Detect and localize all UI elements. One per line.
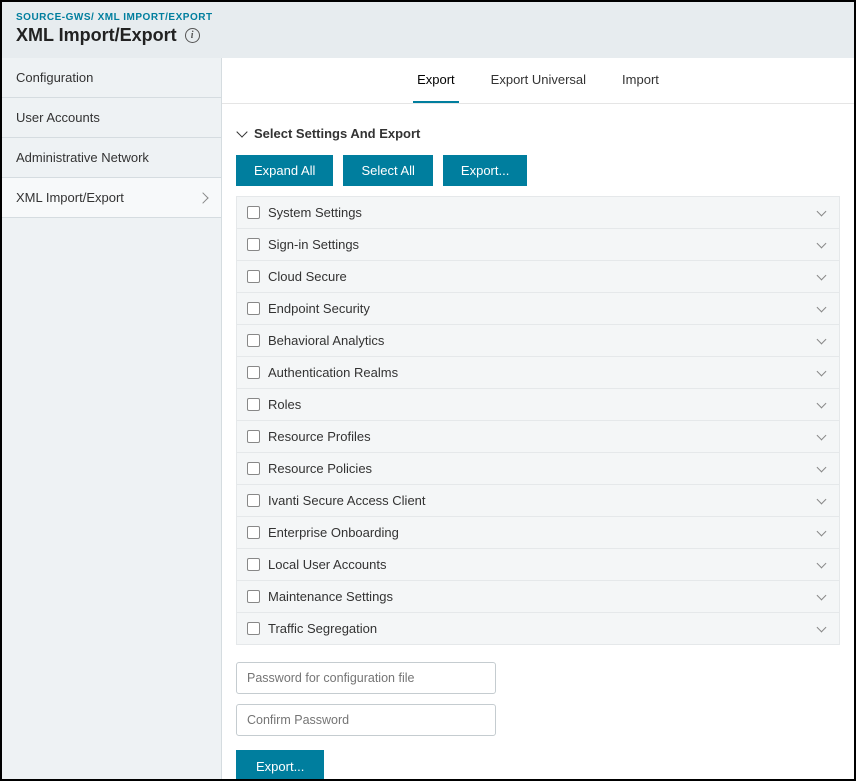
tab-export[interactable]: Export	[413, 58, 459, 103]
export-top-button[interactable]: Export...	[443, 155, 527, 186]
chevron-down-icon	[817, 558, 827, 568]
category-label: Ivanti Secure Access Client	[268, 493, 426, 508]
page-header: SOURCE-GWS/ XML IMPORT/EXPORT XML Import…	[2, 2, 854, 58]
sidebar-item-label: User Accounts	[16, 110, 100, 125]
category-ivanti-secure-access-client[interactable]: Ivanti Secure Access Client	[236, 484, 840, 517]
sidebar-item-label: XML Import/Export	[16, 190, 124, 205]
category-label: Sign-in Settings	[268, 237, 359, 252]
expand-all-button[interactable]: Expand All	[236, 155, 333, 186]
sidebar-item-label: Configuration	[16, 70, 93, 85]
checkbox[interactable]	[247, 590, 260, 603]
category-label: Cloud Secure	[268, 269, 347, 284]
checkbox[interactable]	[247, 270, 260, 283]
category-cloud-secure[interactable]: Cloud Secure	[236, 260, 840, 293]
export-bottom-button[interactable]: Export...	[236, 750, 324, 779]
category-label: Local User Accounts	[268, 557, 387, 572]
checkbox[interactable]	[247, 494, 260, 507]
category-label: Behavioral Analytics	[268, 333, 384, 348]
breadcrumb[interactable]: SOURCE-GWS/ XML IMPORT/EXPORT	[16, 12, 840, 23]
category-authentication-realms[interactable]: Authentication Realms	[236, 356, 840, 389]
category-maintenance-settings[interactable]: Maintenance Settings	[236, 580, 840, 613]
chevron-down-icon	[817, 302, 827, 312]
tab-import[interactable]: Import	[618, 58, 663, 103]
checkbox[interactable]	[247, 302, 260, 315]
sidebar-item-xml-import-export[interactable]: XML Import/Export	[2, 178, 221, 218]
category-label: Maintenance Settings	[268, 589, 393, 604]
breadcrumb-sep: /	[91, 12, 94, 23]
breadcrumb-page[interactable]: XML IMPORT/EXPORT	[98, 12, 213, 23]
sidebar: Configuration User Accounts Administrati…	[2, 58, 222, 779]
tab-label: Import	[622, 72, 659, 87]
category-label: Roles	[268, 397, 301, 412]
section-toggle[interactable]: Select Settings And Export	[236, 118, 840, 155]
category-label: Traffic Segregation	[268, 621, 377, 636]
category-resource-policies[interactable]: Resource Policies	[236, 452, 840, 485]
chevron-down-icon	[817, 590, 827, 600]
category-label: Enterprise Onboarding	[268, 525, 399, 540]
checkbox[interactable]	[247, 622, 260, 635]
tab-label: Export	[417, 72, 455, 87]
sidebar-item-user-accounts[interactable]: User Accounts	[2, 98, 221, 138]
category-resource-profiles[interactable]: Resource Profiles	[236, 420, 840, 453]
category-label: Authentication Realms	[268, 365, 398, 380]
main-content: Export Export Universal Import Select Se…	[222, 58, 854, 779]
checkbox[interactable]	[247, 334, 260, 347]
chevron-down-icon	[817, 462, 827, 472]
chevron-down-icon	[817, 238, 827, 248]
category-label: System Settings	[268, 205, 362, 220]
chevron-down-icon	[817, 366, 827, 376]
info-icon[interactable]: i	[185, 28, 200, 43]
category-system-settings[interactable]: System Settings	[236, 196, 840, 229]
chevron-down-icon	[817, 334, 827, 344]
category-endpoint-security[interactable]: Endpoint Security	[236, 292, 840, 325]
checkbox[interactable]	[247, 206, 260, 219]
chevron-down-icon	[817, 494, 827, 504]
chevron-down-icon	[817, 526, 827, 536]
category-sign-in-settings[interactable]: Sign-in Settings	[236, 228, 840, 261]
category-roles[interactable]: Roles	[236, 388, 840, 421]
category-label: Resource Policies	[268, 461, 372, 476]
tab-export-universal[interactable]: Export Universal	[487, 58, 590, 103]
settings-category-list: System Settings Sign-in Settings Cloud S…	[236, 196, 840, 644]
chevron-down-icon	[236, 126, 247, 137]
checkbox[interactable]	[247, 398, 260, 411]
select-all-button[interactable]: Select All	[343, 155, 432, 186]
page-title: XML Import/Export	[16, 25, 177, 46]
chevron-down-icon	[817, 622, 827, 632]
checkbox[interactable]	[247, 430, 260, 443]
section-title: Select Settings And Export	[254, 126, 420, 141]
category-label: Resource Profiles	[268, 429, 371, 444]
category-traffic-segregation[interactable]: Traffic Segregation	[236, 612, 840, 645]
sidebar-item-label: Administrative Network	[16, 150, 149, 165]
checkbox[interactable]	[247, 558, 260, 571]
chevron-down-icon	[817, 206, 827, 216]
chevron-down-icon	[817, 398, 827, 408]
checkbox[interactable]	[247, 238, 260, 251]
category-label: Endpoint Security	[268, 301, 370, 316]
category-enterprise-onboarding[interactable]: Enterprise Onboarding	[236, 516, 840, 549]
sidebar-item-configuration[interactable]: Configuration	[2, 58, 221, 98]
breadcrumb-root[interactable]: SOURCE-GWS	[16, 12, 91, 23]
sidebar-item-administrative-network[interactable]: Administrative Network	[2, 138, 221, 178]
confirm-password-input[interactable]	[236, 704, 496, 736]
config-password-input[interactable]	[236, 662, 496, 694]
checkbox[interactable]	[247, 526, 260, 539]
category-behavioral-analytics[interactable]: Behavioral Analytics	[236, 324, 840, 357]
chevron-down-icon	[817, 270, 827, 280]
category-local-user-accounts[interactable]: Local User Accounts	[236, 548, 840, 581]
tab-bar: Export Export Universal Import	[222, 58, 854, 104]
checkbox[interactable]	[247, 462, 260, 475]
tab-label: Export Universal	[491, 72, 586, 87]
chevron-right-icon	[197, 192, 208, 203]
checkbox[interactable]	[247, 366, 260, 379]
chevron-down-icon	[817, 430, 827, 440]
